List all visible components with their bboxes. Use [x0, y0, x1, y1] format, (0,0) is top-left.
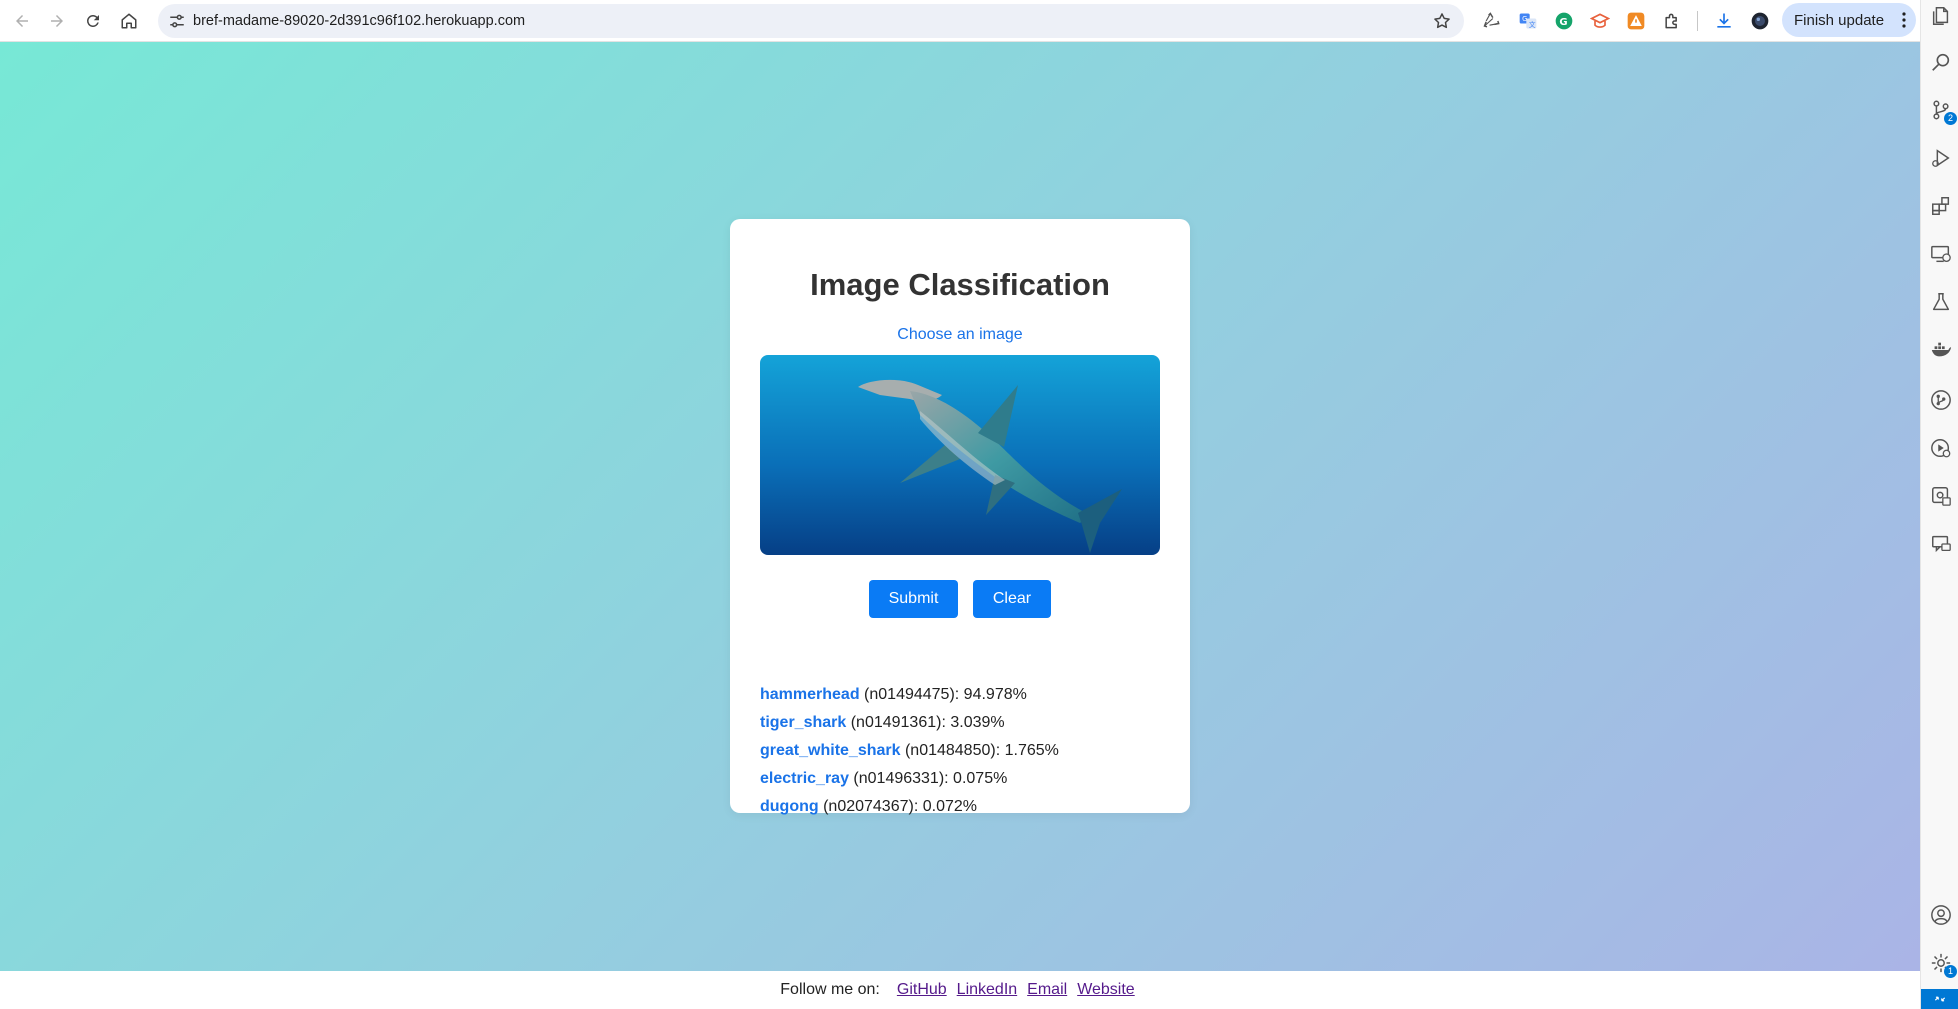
clear-button[interactable]: Clear: [973, 580, 1051, 618]
github-actions-button[interactable]: [1929, 436, 1953, 460]
result-detail: (n01494475): 94.978%: [859, 686, 1027, 703]
extensions-view-button[interactable]: [1929, 194, 1953, 218]
containers-icon: [1932, 487, 1951, 506]
svg-text:文: 文: [1529, 20, 1536, 29]
follow-text: Follow me on:: [780, 981, 880, 998]
browser-toolbar: bref-madame-89020-2d391c96f102.herokuapp…: [0, 0, 1920, 42]
email-link[interactable]: Email: [1027, 981, 1067, 999]
result-detail: (n02074367): 0.072%: [818, 798, 977, 815]
svg-text:G: G: [1559, 17, 1567, 28]
home-button[interactable]: [114, 6, 144, 36]
grammarly-extension-button[interactable]: G: [1552, 9, 1576, 33]
remote-status-icon: [1934, 996, 1946, 1002]
linkedin-link[interactable]: LinkedIn: [957, 981, 1018, 999]
page-viewport: Image Classification Choose an image Sub…: [0, 42, 1920, 971]
result-class-label: electric_ray: [760, 770, 849, 787]
remote-status-button[interactable]: [1921, 989, 1958, 1009]
alert-extension-button[interactable]: [1624, 9, 1648, 33]
docker-icon: [1931, 342, 1952, 357]
profile-button[interactable]: [1748, 9, 1772, 33]
source-control-badge: 2: [1944, 112, 1957, 125]
search-button[interactable]: [1929, 50, 1953, 74]
account-button[interactable]: [1929, 903, 1953, 927]
source-control-button[interactable]: 2: [1929, 98, 1957, 125]
result-detail: (n01484850): 1.765%: [900, 742, 1059, 759]
grammarly-extension-icon: G: [1555, 12, 1573, 30]
more-vertical-icon: [1902, 12, 1906, 28]
address-bar[interactable]: bref-madame-89020-2d391c96f102.herokuapp…: [158, 4, 1464, 38]
explorer-button[interactable]: [1929, 4, 1953, 28]
reload-icon: [86, 14, 99, 27]
recycle-extension-icon: [1483, 12, 1500, 28]
alert-extension-icon: [1627, 12, 1645, 30]
result-class-label: tiger_shark: [760, 714, 847, 731]
explorer-icon: [1932, 7, 1949, 25]
translate-extension-icon: G文: [1519, 13, 1537, 29]
settings-button[interactable]: 1: [1929, 951, 1957, 978]
github-link[interactable]: GitHub: [897, 981, 947, 999]
submit-button[interactable]: Submit: [869, 580, 958, 618]
activity-bar: 2 1: [1920, 0, 1958, 1009]
result-detail: (n01491361): 3.039%: [846, 714, 1005, 731]
profile-avatar-icon: [1751, 12, 1769, 30]
result-class-label: hammerhead: [760, 686, 860, 703]
hammerhead-shark-image: [760, 355, 1160, 555]
result-row: great_white_shark (n01484850): 1.765%: [760, 741, 1180, 769]
remote-explorer-button[interactable]: [1929, 242, 1953, 266]
containers-button[interactable]: [1929, 484, 1953, 508]
result-detail: (n01496331): 0.075%: [848, 770, 1008, 787]
back-arrow-icon: [16, 15, 28, 27]
url-text[interactable]: bref-madame-89020-2d391c96f102.herokuapp…: [193, 13, 525, 29]
extensions-button[interactable]: [1660, 9, 1684, 33]
result-class-label: great_white_shark: [760, 742, 901, 759]
website-link[interactable]: Website: [1077, 981, 1135, 999]
result-row: hammerhead (n01494475): 94.978%: [760, 685, 1180, 713]
reload-button[interactable]: [78, 6, 108, 36]
testing-button[interactable]: [1929, 290, 1953, 314]
puzzle-extensions-icon: [1665, 13, 1677, 29]
docker-button[interactable]: [1929, 338, 1953, 362]
run-debug-icon: [1932, 149, 1950, 167]
translate-extension-button[interactable]: G文: [1516, 9, 1540, 33]
back-button[interactable]: [7, 6, 37, 36]
remote-explorer-icon: [1931, 245, 1951, 263]
testing-icon: [1932, 293, 1950, 311]
downloads-button[interactable]: [1712, 9, 1736, 33]
prediction-results: hammerhead (n01494475): 94.978% tiger_sh…: [760, 685, 1180, 825]
git-graph-icon: [1931, 390, 1951, 410]
choose-image-link[interactable]: Choose an image: [730, 326, 1190, 344]
page-title: Image Classification: [810, 267, 1110, 302]
result-row: dugong (n02074367): 0.072%: [760, 797, 1180, 825]
search-icon: [1932, 53, 1950, 71]
image-preview: [760, 355, 1160, 555]
result-row: tiger_shark (n01491361): 3.039%: [760, 713, 1180, 741]
home-icon: [121, 13, 137, 29]
site-info-icon[interactable]: [168, 12, 186, 30]
page-footer: Follow me on: GitHub LinkedIn Email Webs…: [0, 971, 1920, 1009]
git-graph-button[interactable]: [1929, 388, 1953, 412]
settings-badge: 1: [1944, 965, 1957, 978]
finish-update-label: Finish update: [1794, 11, 1885, 29]
finish-update-button[interactable]: Finish update: [1782, 3, 1916, 37]
forward-button[interactable]: [42, 6, 72, 36]
extensions-icon: [1932, 197, 1950, 215]
toolbar-divider: [1697, 11, 1698, 31]
account-icon: [1931, 905, 1951, 925]
chat-icon: [1932, 535, 1951, 553]
classification-card: Image Classification Choose an image Sub…: [730, 219, 1190, 815]
download-icon: [1717, 13, 1731, 28]
github-actions-icon: [1931, 439, 1951, 458]
bookmark-star-icon[interactable]: [1432, 11, 1452, 31]
academic-extension-icon: [1590, 13, 1610, 28]
run-debug-button[interactable]: [1929, 146, 1953, 170]
chat-button[interactable]: [1929, 532, 1953, 556]
forward-arrow-icon: [51, 15, 63, 27]
academic-extension-button[interactable]: [1588, 9, 1612, 33]
result-class-label: dugong: [760, 798, 819, 815]
recycle-extension-button[interactable]: [1480, 9, 1504, 33]
result-row: electric_ray (n01496331): 0.075%: [760, 769, 1180, 797]
